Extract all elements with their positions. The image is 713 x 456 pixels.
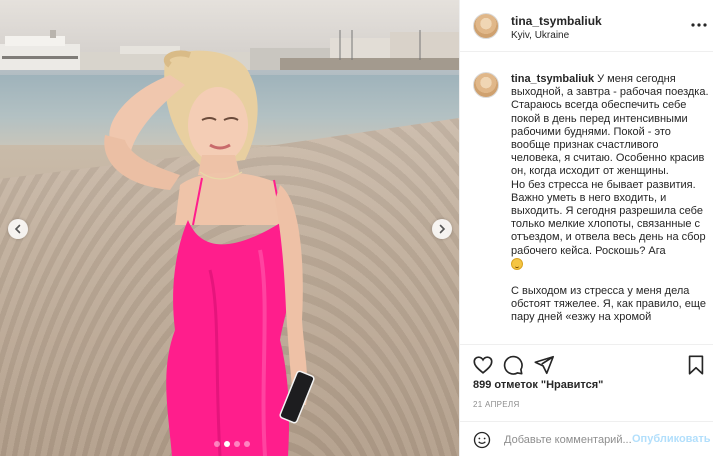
caption-username[interactable]: tina_tsymbaliuk — [511, 73, 594, 85]
more-icon[interactable] — [690, 16, 708, 34]
heart-icon[interactable] — [472, 354, 494, 376]
carousel-dot — [214, 441, 220, 447]
previous-slide-button[interactable] — [8, 219, 28, 239]
add-comment-form: Опубликовать — [460, 421, 713, 456]
author-username[interactable]: tina_tsymbaliuk — [511, 14, 602, 28]
caption-paragraph: Но без стресса не бывает развития. Важно… — [511, 178, 706, 257]
post-actions: 899 отметок "Нравится" 21 АПРЕЛЯ Опублик… — [460, 344, 713, 456]
carousel-dot — [234, 441, 240, 447]
comment-input[interactable] — [504, 431, 632, 449]
bookmark-icon[interactable] — [685, 354, 707, 376]
post-date[interactable]: 21 АПРЕЛЯ — [473, 400, 520, 409]
carousel-dot — [224, 441, 230, 447]
comment-icon[interactable] — [502, 354, 524, 376]
post-photo[interactable] — [0, 0, 459, 456]
carousel-dot — [244, 441, 250, 447]
caption-paragraph: У меня сегодня выходной, а завтра - рабо… — [511, 73, 709, 178]
post-location[interactable]: Kyiv, Ukraine — [511, 30, 569, 41]
post-header: tina_tsymbaliuk Kyiv, Ukraine — [460, 0, 713, 52]
caption-author-avatar[interactable] — [473, 72, 499, 98]
post-caption: tina_tsymbaliuk У меня сегодня выходной, … — [511, 73, 711, 325]
share-icon[interactable] — [533, 354, 555, 376]
carousel-indicator — [214, 441, 250, 447]
publish-comment-button[interactable]: Опубликовать — [632, 433, 711, 445]
post-side-panel: tina_tsymbaliuk Kyiv, Ukraine tina_tsymb… — [459, 0, 713, 456]
chevron-left-icon — [14, 224, 21, 234]
photo-woman — [104, 50, 315, 456]
comments-section[interactable]: tina_tsymbaliuk У меня сегодня выходной, … — [460, 53, 713, 343]
author-avatar[interactable] — [473, 13, 499, 39]
caption-paragraph: С выходом из стресса у меня дела обстоят… — [511, 285, 706, 324]
likes-count[interactable]: 899 отметок "Нравится" — [473, 379, 603, 391]
chevron-right-icon — [439, 224, 446, 234]
emoji-smile-icon — [511, 257, 523, 270]
next-slide-button[interactable] — [432, 219, 452, 239]
smiley-icon[interactable] — [473, 431, 491, 449]
